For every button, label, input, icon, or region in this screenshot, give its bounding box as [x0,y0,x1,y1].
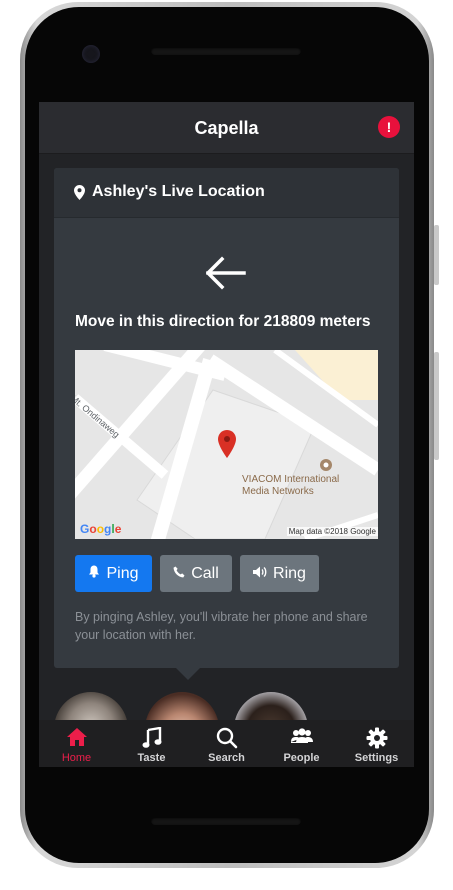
app-screen: Capella ! Ashley's Live Location Move in… [39,102,414,767]
map-poi-label: VIACOM International Media Networks [242,474,340,497]
card-title: Ashley's Live Location [92,183,265,200]
arrow-left-icon [205,256,246,295]
app-title: Capella [194,118,259,138]
bottom-tab-bar: Home Taste Search People Settings [39,720,414,767]
ping-label: Ping [106,564,139,582]
people-icon [264,727,339,749]
gear-icon [339,727,414,749]
card-header: Ashley's Live Location [54,168,399,218]
search-icon [189,727,264,749]
exclamation-icon[interactable]: ! [378,116,400,138]
top-speaker [151,47,301,55]
tab-home[interactable]: Home [39,720,114,767]
phone-icon [173,565,185,583]
map-pin-icon [74,185,85,205]
ping-hint-text: By pinging Ashley, you'll vibrate her ph… [75,610,368,642]
music-note-icon [114,726,189,749]
live-location-card: Ashley's Live Location Move in this dire… [54,168,399,668]
call-label: Call [191,564,219,582]
tab-label: Search [208,752,245,764]
tab-people[interactable]: People [264,720,339,767]
google-logo: Google [80,522,122,536]
power-button [434,225,439,285]
home-icon [39,727,114,749]
tab-label: Taste [137,752,166,764]
map-credit: Map data ©2018 Google [286,527,378,536]
tab-taste[interactable]: Taste [114,720,189,767]
ring-button[interactable]: Ring [240,555,319,592]
tab-search[interactable]: Search [189,720,264,767]
tab-settings[interactable]: Settings [339,720,414,767]
ring-label: Ring [273,564,306,582]
bell-icon [88,565,100,583]
volume-icon [253,565,267,583]
top-bar: Capella ! [39,102,414,154]
bottom-speaker [151,817,301,825]
front-camera [82,45,100,63]
ping-button[interactable]: Ping [75,555,152,592]
tab-label: People [283,752,320,764]
call-button[interactable]: Call [160,555,232,592]
card-pointer [176,668,200,680]
tab-label: Home [61,752,92,764]
tab-label: Settings [354,752,399,764]
map-view[interactable]: Mt. Ondinaweg VIACOM International Media… [75,350,378,539]
direction-text: Move in this direction for 218809 meters [75,313,371,330]
volume-button [434,352,439,460]
